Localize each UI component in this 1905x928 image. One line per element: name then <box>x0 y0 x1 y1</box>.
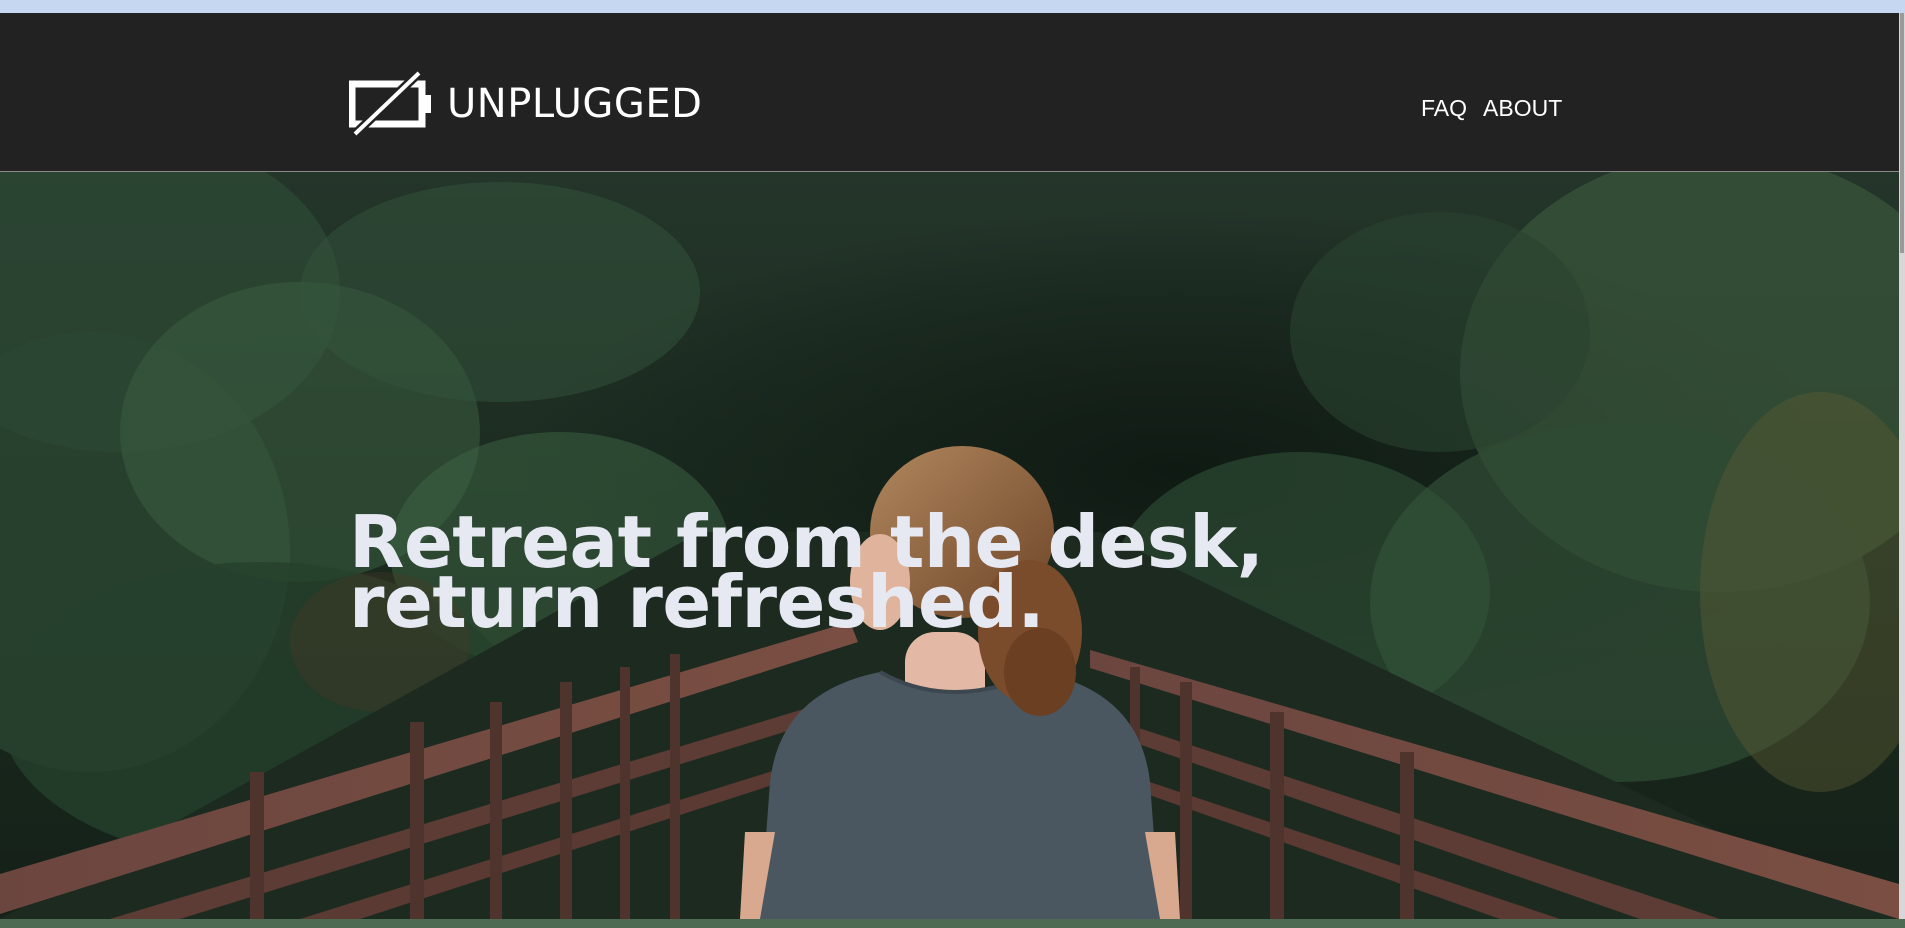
nav-faq-link[interactable]: FAQ <box>1421 94 1467 122</box>
hero-section: Retreat from the desk, return refreshed. <box>0 172 1899 919</box>
browser-top-strip <box>0 0 1905 13</box>
nav-about-link[interactable]: ABOUT <box>1483 94 1562 122</box>
logo-link[interactable]: UNPLUGGED <box>349 70 703 138</box>
scrollbar-thumb[interactable] <box>1900 13 1904 253</box>
page-scrollbar[interactable] <box>1899 13 1905 919</box>
next-section-edge <box>0 919 1905 928</box>
site-header: UNPLUGGED FAQ ABOUT <box>0 13 1899 171</box>
unplugged-battery-icon <box>349 70 431 138</box>
hero-title: Retreat from the desk, return refreshed. <box>349 500 1264 644</box>
brand-name: UNPLUGGED <box>447 81 703 127</box>
main-nav: FAQ ABOUT <box>1421 94 1562 122</box>
